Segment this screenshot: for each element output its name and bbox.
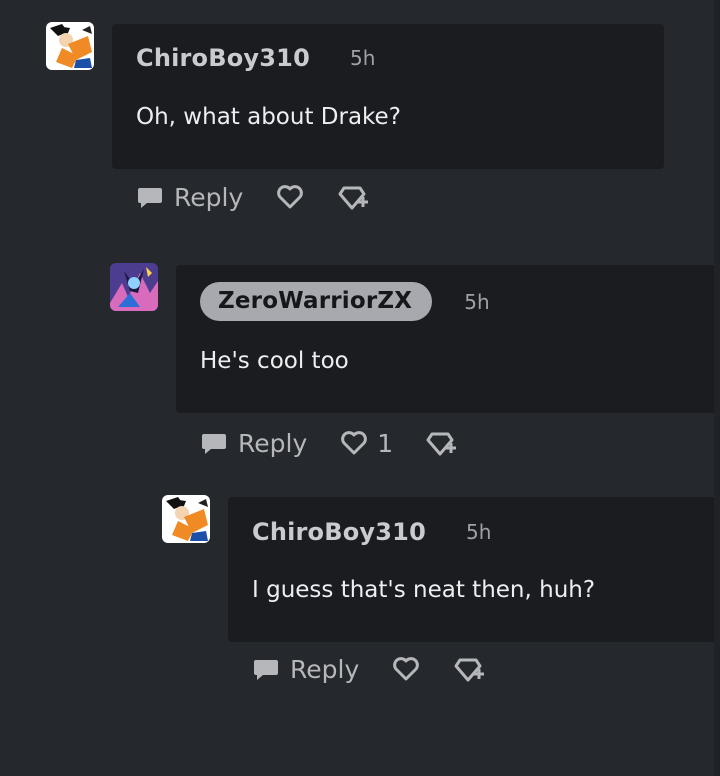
comment-actions: Reply 1 [200, 428, 459, 458]
username[interactable]: ChiroBoy310 [252, 518, 426, 546]
reply-label: Reply [290, 654, 360, 684]
award-plus-icon [338, 186, 369, 210]
comment-text: I guess that's neat then, huh? [252, 577, 596, 603]
comment: ChiroBoy310 5h I guess that's neat then,… [0, 490, 720, 776]
reply-label: Reply [238, 428, 308, 458]
award-plus-icon [426, 432, 457, 456]
comment-text: Oh, what about Drake? [136, 104, 401, 130]
award-button[interactable] [337, 182, 371, 212]
heart-icon [393, 657, 420, 681]
user-avatar-image [46, 22, 94, 70]
timestamp: 5h [465, 520, 492, 544]
speech-bubble-icon [138, 188, 162, 208]
timestamp: 5h [349, 46, 376, 70]
award-button[interactable] [453, 654, 487, 684]
username-highlighted[interactable]: ZeroWarriorZX [200, 282, 433, 321]
like-count: 1 [377, 428, 394, 458]
avatar[interactable] [110, 263, 158, 311]
timestamp: 5h [464, 289, 490, 314]
comment-text: He's cool too [200, 348, 349, 374]
comment-meta: ZeroWarriorZX 5h [200, 282, 490, 321]
comment: ChiroBoy310 5h Oh, what about Drake? Rep… [0, 0, 720, 240]
comment-meta: ChiroBoy310 5h [252, 518, 491, 546]
comment-thread: ChiroBoy310 5h Oh, what about Drake? Rep… [0, 0, 720, 776]
award-button[interactable] [425, 428, 459, 458]
speech-bubble-icon [202, 434, 226, 454]
reply-label: Reply [174, 182, 244, 212]
comment-actions: Reply [252, 654, 487, 684]
reply-button[interactable]: Reply [200, 429, 307, 458]
user-avatar-image [110, 263, 158, 311]
reply-button[interactable]: Reply [252, 655, 359, 684]
like-button[interactable] [391, 655, 421, 683]
comment: ZeroWarriorZX 5h He's cool too Reply 1 [0, 240, 720, 490]
avatar[interactable] [162, 495, 210, 543]
avatar[interactable] [46, 22, 94, 70]
speech-bubble-icon [254, 660, 278, 680]
comment-meta: ChiroBoy310 5h [136, 44, 375, 72]
scroll-edge [714, 0, 720, 776]
like-button[interactable] [275, 183, 305, 211]
like-button[interactable]: 1 [339, 429, 393, 458]
username[interactable]: ChiroBoy310 [136, 44, 310, 72]
award-plus-icon [454, 658, 485, 682]
reply-button[interactable]: Reply [136, 183, 243, 212]
comment-actions: Reply [136, 182, 371, 212]
heart-icon [277, 185, 304, 209]
heart-icon [341, 431, 368, 455]
user-avatar-image [162, 495, 210, 543]
